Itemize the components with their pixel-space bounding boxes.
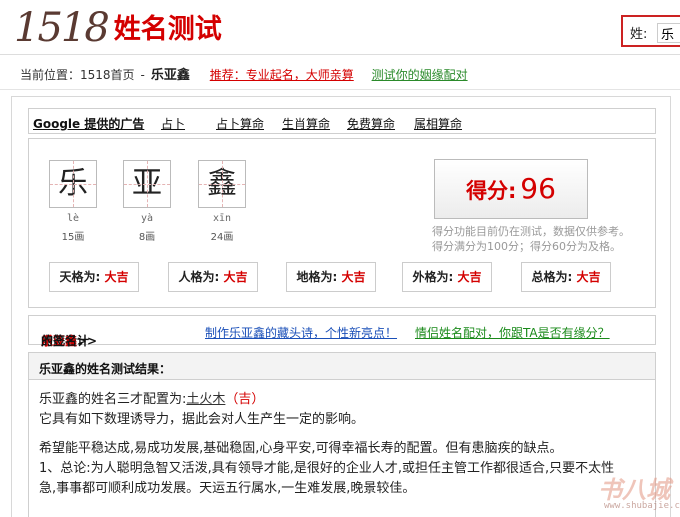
name-char-1: 乐 [49,160,97,208]
ge-zong: 总格为: 大吉 [521,262,611,292]
ge-label: 天格为: [59,270,101,284]
score-value: 96 [520,172,556,205]
score-box: 得分: 96 [434,159,588,219]
score-note-line1: 得分功能目前仍在测试，数据仅供参考。 [432,225,630,238]
result-heading: 乐亚鑫的姓名测试结果： [28,352,656,380]
ge-label: 人格为: [178,270,220,284]
logo-number: 1518 [14,5,110,51]
pinyin-2: yà [140,213,154,224]
pinyin-3: xīn [212,213,232,224]
ge-label: 总格为: [531,270,573,284]
ge-di: 地格为: 大吉 [286,262,376,292]
score-note-line2: 得分满分为100分；得分60分为及格。 [432,240,621,253]
name-char-3: 鑫 [198,160,246,208]
ge-wai: 外格为: 大吉 [402,262,492,292]
surname-input[interactable] [657,23,680,43]
result-line-5: 急,事事都可顺利成功发展。天运五行属水,一生难发展,晚景较佳。 [39,481,416,496]
recommend-link[interactable]: 推荐：专业起名，大师亲算 [210,68,354,82]
ad-link-zhanbu[interactable]: 占卜 [161,115,185,132]
sancai-prefix: 乐亚鑫的姓名三才配置为: [39,392,187,407]
result-line-2: 它具有如下数理诱导力，据此会对人生产生一定的影响。 [39,412,365,427]
design-bar: 点此设计 乐亚鑫 的签名>> 制作乐亚鑫的藏头诗，个性新亮点！ 情侣姓名配对，你跟T… [28,315,656,348]
strokes-1: 15画 [61,232,85,243]
result-line-3: 希望能平稳达成,易成功发展,基础稳固,心身平安,可得幸福长寿的配置。但有患脑疾的… [39,441,563,456]
strokes-3: 24画 [210,232,234,243]
sancai-ji: （吉） [225,392,265,407]
ge-value: 大吉 [104,270,129,284]
sancai-wuxing[interactable]: 土火木 [186,392,225,407]
strokes-2: 8画 [138,232,156,243]
breadcrumb-separator: - [140,68,145,82]
breadcrumb: 当前位置：1518首页 - 乐亚鑫 推荐：专业起名，大师亲算 测试你的姻缘配对 [20,64,468,83]
header-divider [0,54,680,55]
score-label: 得分: [466,179,517,203]
ad-link-shuxiang[interactable]: 属相算命 [414,115,462,132]
ad-link-shengxiao[interactable]: 生肖算命 [282,115,330,132]
ad-bar: Google 提供的广告 占卜 占卜算命 生肖算命 免费算命 属相算命 [28,108,656,134]
surname-label: 姓: [630,27,648,42]
ge-value: 大吉 [457,270,482,284]
ge-value: 大吉 [576,270,601,284]
acrostic-poem-link[interactable]: 制作乐亚鑫的藏头诗，个性新亮点！ [205,324,397,341]
pinyin-1: lè [66,213,80,224]
ad-link-zhanbu-suanming[interactable]: 占卜算命 [216,115,264,132]
result-line-4: 1、总论:为人聪明急智又活泼,具有领导才能,是很好的企业人才,或担任主管工作都很… [39,461,615,476]
couple-match-link[interactable]: 情侣姓名配对，你跟TA是否有缘分？ [415,324,610,341]
marriage-test-link[interactable]: 测试你的姻缘配对 [372,68,468,82]
ge-label: 外格为: [412,270,454,284]
site-logo[interactable]: 1518 姓名测试 [14,2,222,50]
google-ads-link[interactable]: Google 提供的广告 [33,115,144,132]
ge-value: 大吉 [341,270,366,284]
result-body: 乐亚鑫的姓名三才配置为:土火木（吉） 它具有如下数理诱导力，据此会对人生产生一定… [28,380,656,517]
logo-title: 姓名测试 [113,14,222,45]
name-char-2: 亚 [123,160,171,208]
ge-value: 大吉 [223,270,248,284]
ge-label: 地格为: [296,270,338,284]
breadcrumb-prefix[interactable]: 当前位置：1518首页 [20,68,135,82]
sancai-line: 乐亚鑫的姓名三才配置为:土火木（吉） [39,390,647,410]
score-note: 得分功能目前仍在测试，数据仅供参考。 得分满分为100分；得分60分为及格。 [432,224,652,254]
breadcrumb-current: 乐亚鑫 [150,68,190,83]
breadcrumb-divider [0,89,680,90]
surname-search: 姓: [621,15,680,47]
ge-ren: 人格为: 大吉 [168,262,258,292]
ad-link-free[interactable]: 免费算命 [347,115,395,132]
ge-tian: 天格为: 大吉 [49,262,139,292]
design-suffix: 的签名>> [41,334,98,348]
